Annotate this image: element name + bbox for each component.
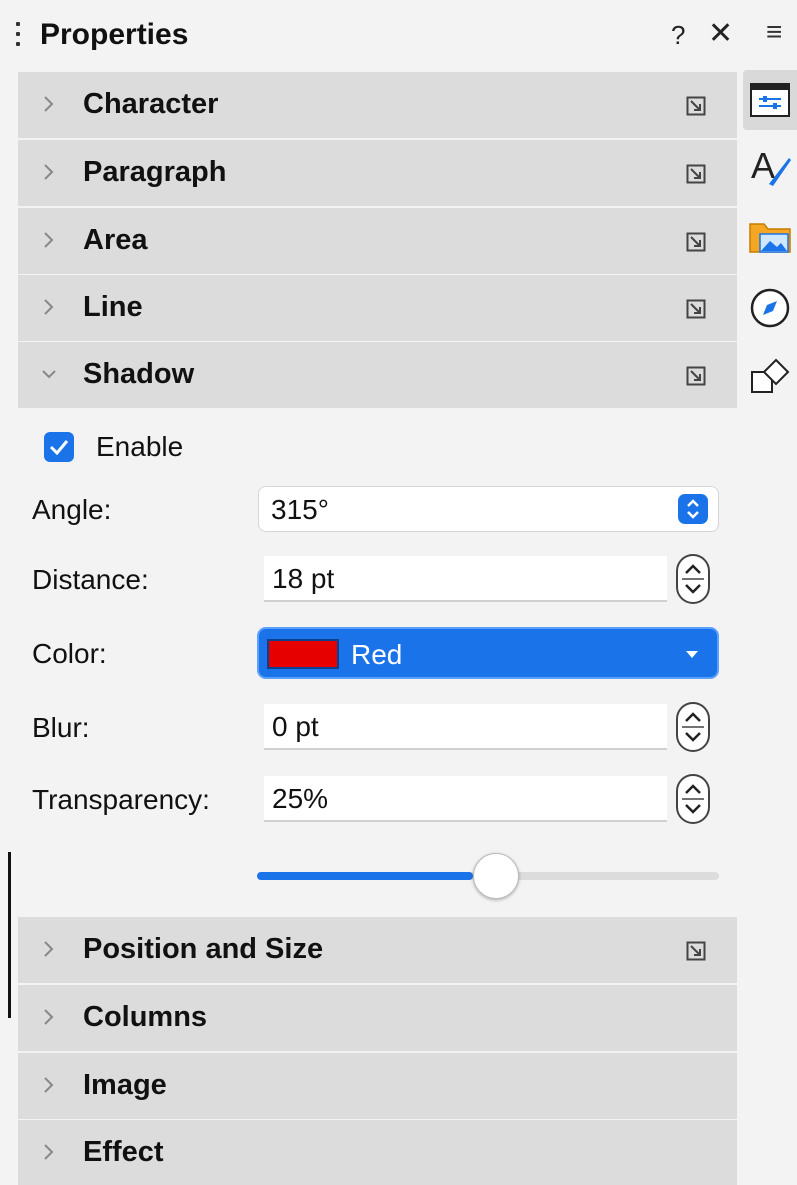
svg-text:A: A bbox=[751, 145, 775, 186]
chevron-right-icon bbox=[44, 164, 54, 180]
color-value: Red bbox=[351, 639, 403, 670]
more-options-icon[interactable] bbox=[686, 299, 706, 319]
blur-spinner-icon[interactable] bbox=[676, 702, 710, 752]
blur-value: 0 pt bbox=[272, 711, 319, 742]
enable-checkbox[interactable] bbox=[44, 432, 74, 462]
shapes-icon bbox=[751, 358, 790, 393]
color-swatch bbox=[267, 639, 339, 669]
panel-titlebar: Properties ? ✕ bbox=[0, 0, 740, 72]
up-down-arrows-icon bbox=[687, 499, 699, 519]
styles-icon: A bbox=[751, 145, 791, 186]
section-title: Columns bbox=[83, 1001, 208, 1033]
enable-row: Enable bbox=[44, 430, 183, 464]
tab-navigator[interactable] bbox=[743, 278, 797, 338]
panel-title: Properties bbox=[40, 18, 189, 51]
checkmark-icon bbox=[49, 440, 69, 455]
tab-shapes[interactable] bbox=[743, 346, 797, 406]
transparency-label: Transparency: bbox=[32, 784, 210, 815]
section-line[interactable]: Line bbox=[18, 275, 737, 341]
section-paragraph[interactable]: Paragraph bbox=[18, 140, 737, 206]
section-character[interactable]: Character bbox=[18, 72, 737, 138]
chevron-right-icon bbox=[44, 1144, 54, 1160]
color-dropdown[interactable]: Red bbox=[257, 627, 719, 679]
chevron-right-icon bbox=[44, 299, 54, 315]
tab-gallery[interactable] bbox=[743, 206, 797, 266]
angle-stepper[interactable] bbox=[678, 494, 708, 524]
section-title: Paragraph bbox=[83, 156, 227, 188]
transparency-value: 25% bbox=[272, 783, 329, 814]
color-label: Color: bbox=[32, 638, 107, 669]
dropdown-arrow-icon bbox=[686, 651, 698, 658]
chevron-right-icon bbox=[44, 232, 54, 248]
chevron-right-icon bbox=[44, 1077, 54, 1093]
section-title: Effect bbox=[83, 1136, 164, 1168]
more-options-icon[interactable] bbox=[686, 96, 706, 116]
slider-fill bbox=[257, 872, 473, 880]
distance-label: Distance: bbox=[32, 564, 149, 595]
more-options-icon[interactable] bbox=[686, 941, 706, 961]
tab-styles[interactable]: A bbox=[743, 136, 797, 196]
section-image[interactable]: Image bbox=[18, 1053, 737, 1119]
section-columns[interactable]: Columns bbox=[18, 985, 737, 1051]
transparency-slider[interactable] bbox=[257, 853, 719, 899]
transparency-field[interactable]: 25% bbox=[264, 776, 667, 822]
shadow-content: Enable Angle: 315° Distance: 18 pt Color… bbox=[18, 408, 737, 916]
help-button[interactable]: ? bbox=[671, 20, 685, 51]
more-options-icon[interactable] bbox=[686, 232, 706, 252]
section-title: Position and Size bbox=[83, 933, 324, 965]
section-shadow[interactable]: Shadow bbox=[18, 342, 737, 408]
section-title: Line bbox=[83, 291, 143, 323]
chevron-right-icon bbox=[44, 96, 54, 112]
angle-label: Angle: bbox=[32, 494, 112, 525]
more-options-icon[interactable] bbox=[686, 366, 706, 386]
more-options-icon[interactable] bbox=[686, 164, 706, 184]
section-title: Character bbox=[83, 88, 219, 120]
angle-value: 315° bbox=[271, 494, 329, 525]
drag-grip-icon[interactable] bbox=[16, 22, 22, 54]
transparency-spinner-icon[interactable] bbox=[676, 774, 710, 824]
window-edge-marker bbox=[8, 852, 11, 1018]
blur-field[interactable]: 0 pt bbox=[264, 704, 667, 750]
close-button[interactable]: ✕ bbox=[708, 16, 733, 51]
properties-panel: Properties ? ✕ Character Paragraph Area … bbox=[0, 0, 797, 1185]
chevron-right-icon bbox=[44, 941, 54, 957]
section-position-size[interactable]: Position and Size bbox=[18, 917, 737, 983]
distance-value: 18 pt bbox=[272, 563, 335, 594]
chevron-right-icon bbox=[44, 1009, 54, 1025]
hamburger-menu-icon[interactable]: ≡ bbox=[766, 16, 782, 48]
section-title: Shadow bbox=[83, 358, 195, 390]
distance-field[interactable]: 18 pt bbox=[264, 556, 667, 602]
blur-label: Blur: bbox=[32, 712, 90, 743]
slider-thumb[interactable] bbox=[472, 853, 519, 899]
distance-spinner-icon[interactable] bbox=[676, 554, 710, 604]
section-effect[interactable]: Effect bbox=[18, 1120, 737, 1185]
tab-properties[interactable] bbox=[743, 70, 797, 130]
chevron-down-icon bbox=[42, 370, 56, 379]
section-title: Image bbox=[83, 1069, 167, 1101]
properties-icon bbox=[750, 83, 790, 117]
angle-field[interactable]: 315° bbox=[258, 486, 719, 532]
section-area[interactable]: Area bbox=[18, 208, 737, 274]
section-title: Area bbox=[83, 224, 148, 256]
enable-label: Enable bbox=[96, 431, 184, 462]
navigator-icon bbox=[750, 288, 790, 328]
gallery-icon bbox=[749, 223, 791, 253]
sidebar-tabbar: ≡ A bbox=[740, 0, 797, 1185]
